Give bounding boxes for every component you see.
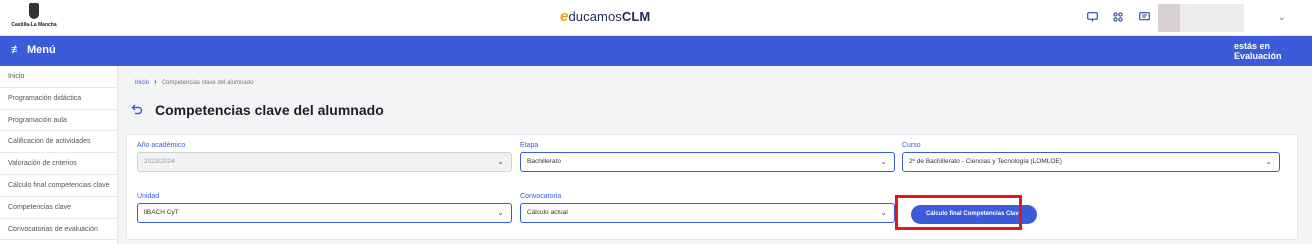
highlight-box bbox=[895, 195, 1022, 230]
crest-icon bbox=[29, 3, 39, 19]
menu-button[interactable]: ≢ Menú bbox=[11, 44, 56, 56]
chevron-down-icon: ⌄ bbox=[1265, 157, 1272, 166]
sidebar-item-competencias-clave[interactable]: Competencias clave bbox=[0, 197, 117, 219]
educamos-brand[interactable]: educamosCLM bbox=[560, 8, 650, 25]
menu-label: Menú bbox=[27, 44, 56, 56]
anio-field: Año académico 2023/2024 ⌄ bbox=[137, 142, 512, 172]
chevron-down-icon[interactable]: ⌄ bbox=[1278, 12, 1286, 23]
sidebar-item-inicio[interactable]: Inicio bbox=[0, 66, 117, 88]
sidebar-item-programacion-aula[interactable]: Programación aula bbox=[0, 110, 117, 132]
jccm-logo[interactable]: Castilla-La Mancha bbox=[10, 3, 58, 33]
message-icon[interactable] bbox=[1137, 12, 1151, 24]
unidad-field: Unidad llBACH CyT ⌄ bbox=[137, 193, 512, 223]
anio-select: 2023/2024 ⌄ bbox=[137, 152, 512, 172]
unidad-label: Unidad bbox=[137, 193, 160, 200]
anio-label: Año académico bbox=[137, 142, 186, 149]
breadcrumb: Inicio › Competencias clave del alumnado bbox=[135, 77, 253, 86]
chevron-right-icon: › bbox=[154, 77, 157, 86]
convocatoria-label: Convocatoria bbox=[520, 193, 562, 200]
sidebar-item-calculo-final[interactable]: Cálculo final competencias clave bbox=[0, 175, 117, 197]
breadcrumb-home[interactable]: Inicio bbox=[135, 80, 149, 86]
curso-label: Curso bbox=[902, 142, 921, 149]
sidebar-item-convocatorias[interactable]: Convocatorias de evaluación bbox=[0, 219, 117, 241]
curso-field: Curso 2º de Bachillerato - Ciencias y Te… bbox=[902, 142, 1280, 172]
etapa-label: Etapa bbox=[520, 142, 539, 149]
convocatoria-select[interactable]: Cálculo actual ⌄ bbox=[520, 203, 895, 223]
etapa-field: Etapa Bachillerato ⌄ bbox=[520, 142, 895, 172]
chevron-down-icon: ⌄ bbox=[880, 208, 887, 217]
main-content: Inicio › Competencias clave del alumnado C… bbox=[118, 66, 1312, 244]
page-header: Competencias clave del alumnado bbox=[131, 102, 384, 118]
unidad-select[interactable]: llBACH CyT ⌄ bbox=[137, 203, 512, 223]
sidebar-item-programacion-didactica[interactable]: Programación didáctica bbox=[0, 88, 117, 110]
curso-select[interactable]: 2º de Bachillerato - Ciencias y Tecnolog… bbox=[902, 152, 1280, 172]
status-badge: estás en Evaluación bbox=[1234, 41, 1282, 61]
convocatoria-field: Convocatoria Cálculo actual ⌄ bbox=[520, 193, 895, 223]
logo-text: Castilla-La Mancha bbox=[11, 22, 57, 28]
filter-panel: Año académico 2023/2024 ⌄ Etapa Bachille… bbox=[126, 134, 1298, 240]
page-title: Competencias clave del alumnado bbox=[155, 102, 384, 118]
sidebar-item-calificacion-actividades[interactable]: Calificación de actividades bbox=[0, 131, 117, 154]
back-icon[interactable] bbox=[131, 102, 143, 118]
apps-icon[interactable] bbox=[1111, 12, 1125, 24]
breadcrumb-current: Competencias clave del alumnado bbox=[161, 80, 254, 86]
monitor-icon[interactable] bbox=[1085, 12, 1099, 24]
etapa-select[interactable]: Bachillerato ⌄ bbox=[520, 152, 895, 172]
chevron-down-icon: ⌄ bbox=[497, 157, 504, 166]
sidebar: Inicio Programación didáctica Programaci… bbox=[0, 66, 118, 244]
sidebar-item-valoracion-criterios[interactable]: Valoración de criterios bbox=[0, 153, 117, 175]
top-header: Castilla-La Mancha educamosCLM ⌄ bbox=[0, 0, 1312, 36]
chevron-down-icon: ⌄ bbox=[880, 157, 887, 166]
chevron-down-icon: ⌄ bbox=[497, 208, 504, 217]
user-avatar[interactable] bbox=[1158, 4, 1244, 32]
menu-icon: ≢ bbox=[11, 44, 22, 56]
menu-bar: ≢ Menú estás en Evaluación bbox=[0, 36, 1312, 66]
header-icons bbox=[1085, 12, 1151, 24]
